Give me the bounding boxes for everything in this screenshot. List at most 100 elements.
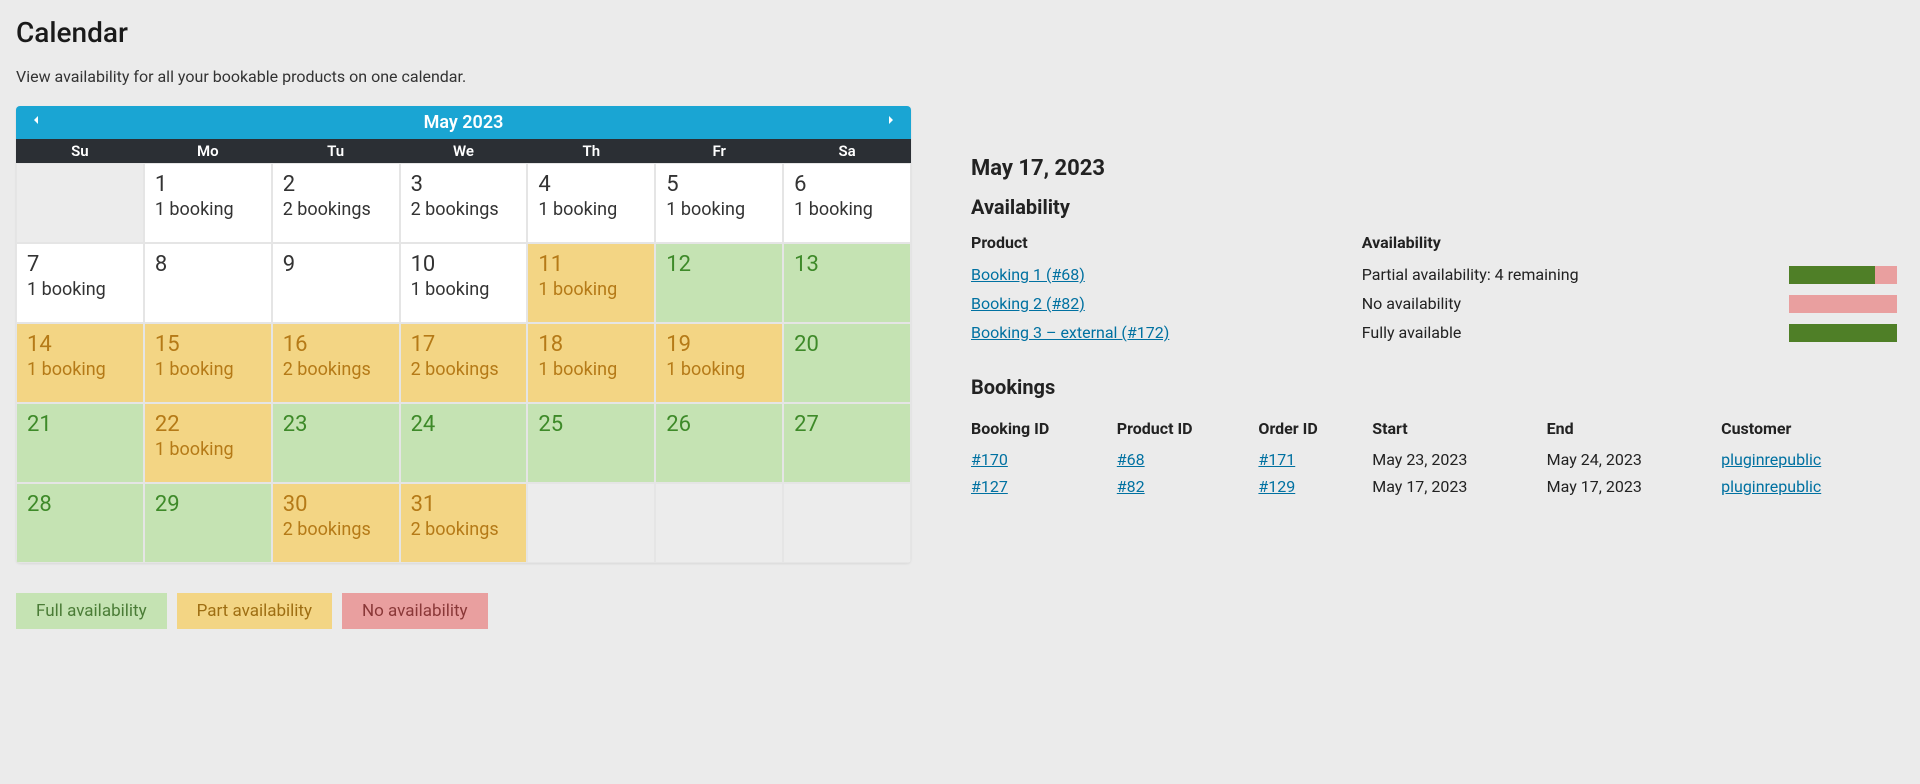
calendar-cell[interactable]: 151 booking bbox=[144, 323, 272, 403]
calendar-cell[interactable]: 29 bbox=[144, 483, 272, 563]
th-start: Start bbox=[1372, 413, 1546, 446]
booking-start: May 23, 2023 bbox=[1372, 446, 1546, 473]
calendar-cell[interactable]: 27 bbox=[783, 403, 911, 483]
customer-link[interactable]: pluginrepublic bbox=[1721, 450, 1821, 469]
calendar-cell[interactable]: 41 booking bbox=[527, 163, 655, 243]
booking-count: 1 booking bbox=[794, 199, 900, 220]
day-header: We bbox=[400, 139, 528, 163]
booking-count: 2 bookings bbox=[411, 519, 517, 540]
day-header: Fr bbox=[655, 139, 783, 163]
day-number: 19 bbox=[666, 332, 772, 357]
day-number: 24 bbox=[411, 412, 517, 437]
availability-row: Booking 1 (#68) Partial availability: 4 r… bbox=[971, 260, 1904, 289]
booking-count: 1 booking bbox=[666, 359, 772, 380]
booking-count: 1 booking bbox=[155, 359, 261, 380]
page-title: Calendar bbox=[16, 16, 911, 49]
day-number: 14 bbox=[27, 332, 133, 357]
calendar-cell[interactable]: 23 bbox=[272, 403, 400, 483]
day-header: Su bbox=[16, 139, 144, 163]
booking-id-link[interactable]: #170 bbox=[971, 450, 1008, 469]
order-id-link[interactable]: #129 bbox=[1258, 477, 1295, 496]
product-link[interactable]: Booking 2 (#82) bbox=[971, 294, 1085, 313]
calendar-header: May 2023 bbox=[16, 106, 911, 139]
day-number: 3 bbox=[411, 172, 517, 197]
calendar-cell bbox=[783, 483, 911, 563]
day-number: 17 bbox=[411, 332, 517, 357]
calendar-cell[interactable]: 11 booking bbox=[144, 163, 272, 243]
calendar-cell[interactable]: 191 booking bbox=[655, 323, 783, 403]
th-product-id: Product ID bbox=[1117, 413, 1259, 446]
availability-status: Partial availability: 4 remaining bbox=[1362, 260, 1789, 289]
bookings-title: Bookings bbox=[971, 375, 1904, 399]
calendar-cell[interactable]: 101 booking bbox=[400, 243, 528, 323]
calendar-cell[interactable]: 71 booking bbox=[16, 243, 144, 323]
day-header: Mo bbox=[144, 139, 272, 163]
day-number: 16 bbox=[283, 332, 389, 357]
booking-count: 1 booking bbox=[411, 279, 517, 300]
bookings-table: Booking ID Product ID Order ID Start End… bbox=[971, 413, 1904, 500]
calendar-cell[interactable]: 24 bbox=[400, 403, 528, 483]
calendar-cell[interactable]: 302 bookings bbox=[272, 483, 400, 563]
day-number: 26 bbox=[666, 412, 772, 437]
calendar-cell[interactable]: 162 bookings bbox=[272, 323, 400, 403]
availability-bar bbox=[1789, 295, 1897, 313]
calendar-cell[interactable]: 21 bbox=[16, 403, 144, 483]
calendar-cell[interactable]: 20 bbox=[783, 323, 911, 403]
legend-part: Part availability bbox=[177, 593, 332, 629]
product-header: Product bbox=[971, 233, 1362, 260]
booking-count: 1 booking bbox=[155, 439, 261, 460]
day-number: 18 bbox=[538, 332, 644, 357]
product-id-link[interactable]: #68 bbox=[1117, 450, 1145, 469]
calendar-cell[interactable]: 25 bbox=[527, 403, 655, 483]
calendar-cell[interactable]: 111 booking bbox=[527, 243, 655, 323]
calendar: May 2023 SuMoTuWeThFrSa 11 booking22 boo… bbox=[16, 106, 911, 563]
day-number: 5 bbox=[666, 172, 772, 197]
booking-id-link[interactable]: #127 bbox=[971, 477, 1008, 496]
th-customer: Customer bbox=[1721, 413, 1904, 446]
th-end: End bbox=[1547, 413, 1721, 446]
calendar-cell[interactable]: 181 booking bbox=[527, 323, 655, 403]
calendar-cell[interactable]: 61 booking bbox=[783, 163, 911, 243]
prev-month-button[interactable] bbox=[28, 112, 44, 133]
booking-count: 2 bookings bbox=[283, 199, 389, 220]
calendar-cell[interactable]: 32 bookings bbox=[400, 163, 528, 243]
day-number: 29 bbox=[155, 492, 261, 517]
calendar-cell[interactable]: 312 bookings bbox=[400, 483, 528, 563]
next-month-button[interactable] bbox=[883, 112, 899, 133]
availability-row: Booking 2 (#82)No availability bbox=[971, 289, 1904, 318]
product-link[interactable]: Booking 1 (#68) bbox=[971, 265, 1085, 284]
calendar-cell[interactable]: 8 bbox=[144, 243, 272, 323]
calendar-cell[interactable]: 141 booking bbox=[16, 323, 144, 403]
booking-count: 1 booking bbox=[155, 199, 261, 220]
order-id-link[interactable]: #171 bbox=[1258, 450, 1295, 469]
product-id-link[interactable]: #82 bbox=[1117, 477, 1145, 496]
th-order-id: Order ID bbox=[1258, 413, 1372, 446]
calendar-cell[interactable]: 9 bbox=[272, 243, 400, 323]
calendar-cell[interactable]: 13 bbox=[783, 243, 911, 323]
calendar-cell[interactable]: 172 bookings bbox=[400, 323, 528, 403]
booking-end: May 24, 2023 bbox=[1547, 446, 1721, 473]
booking-count: 1 booking bbox=[538, 359, 644, 380]
calendar-cell[interactable]: 26 bbox=[655, 403, 783, 483]
day-number: 15 bbox=[155, 332, 261, 357]
booking-count: 1 booking bbox=[27, 359, 133, 380]
product-link[interactable]: Booking 3 – external (#172) bbox=[971, 323, 1169, 342]
day-number: 31 bbox=[411, 492, 517, 517]
calendar-cell[interactable]: 221 booking bbox=[144, 403, 272, 483]
month-label: May 2023 bbox=[424, 112, 504, 133]
calendar-cell[interactable]: 51 booking bbox=[655, 163, 783, 243]
day-number: 12 bbox=[666, 252, 772, 277]
calendar-cell[interactable]: 22 bookings bbox=[272, 163, 400, 243]
booking-row: #170 #68 #171 May 23, 2023May 24, 2023plugi… bbox=[971, 446, 1904, 473]
calendar-day-headers: SuMoTuWeThFrSa bbox=[16, 139, 911, 163]
legend-none: No availability bbox=[342, 593, 488, 629]
calendar-cell[interactable]: 12 bbox=[655, 243, 783, 323]
calendar-cell bbox=[527, 483, 655, 563]
calendar-cell bbox=[16, 163, 144, 243]
day-number: 9 bbox=[283, 252, 389, 277]
calendar-cell[interactable]: 28 bbox=[16, 483, 144, 563]
booking-row: #127#82#129May 17, 2023May 17, 2023plugi… bbox=[971, 473, 1904, 500]
day-number: 30 bbox=[283, 492, 389, 517]
customer-link[interactable]: pluginrepublic bbox=[1721, 477, 1821, 496]
booking-start: May 17, 2023 bbox=[1372, 473, 1546, 500]
